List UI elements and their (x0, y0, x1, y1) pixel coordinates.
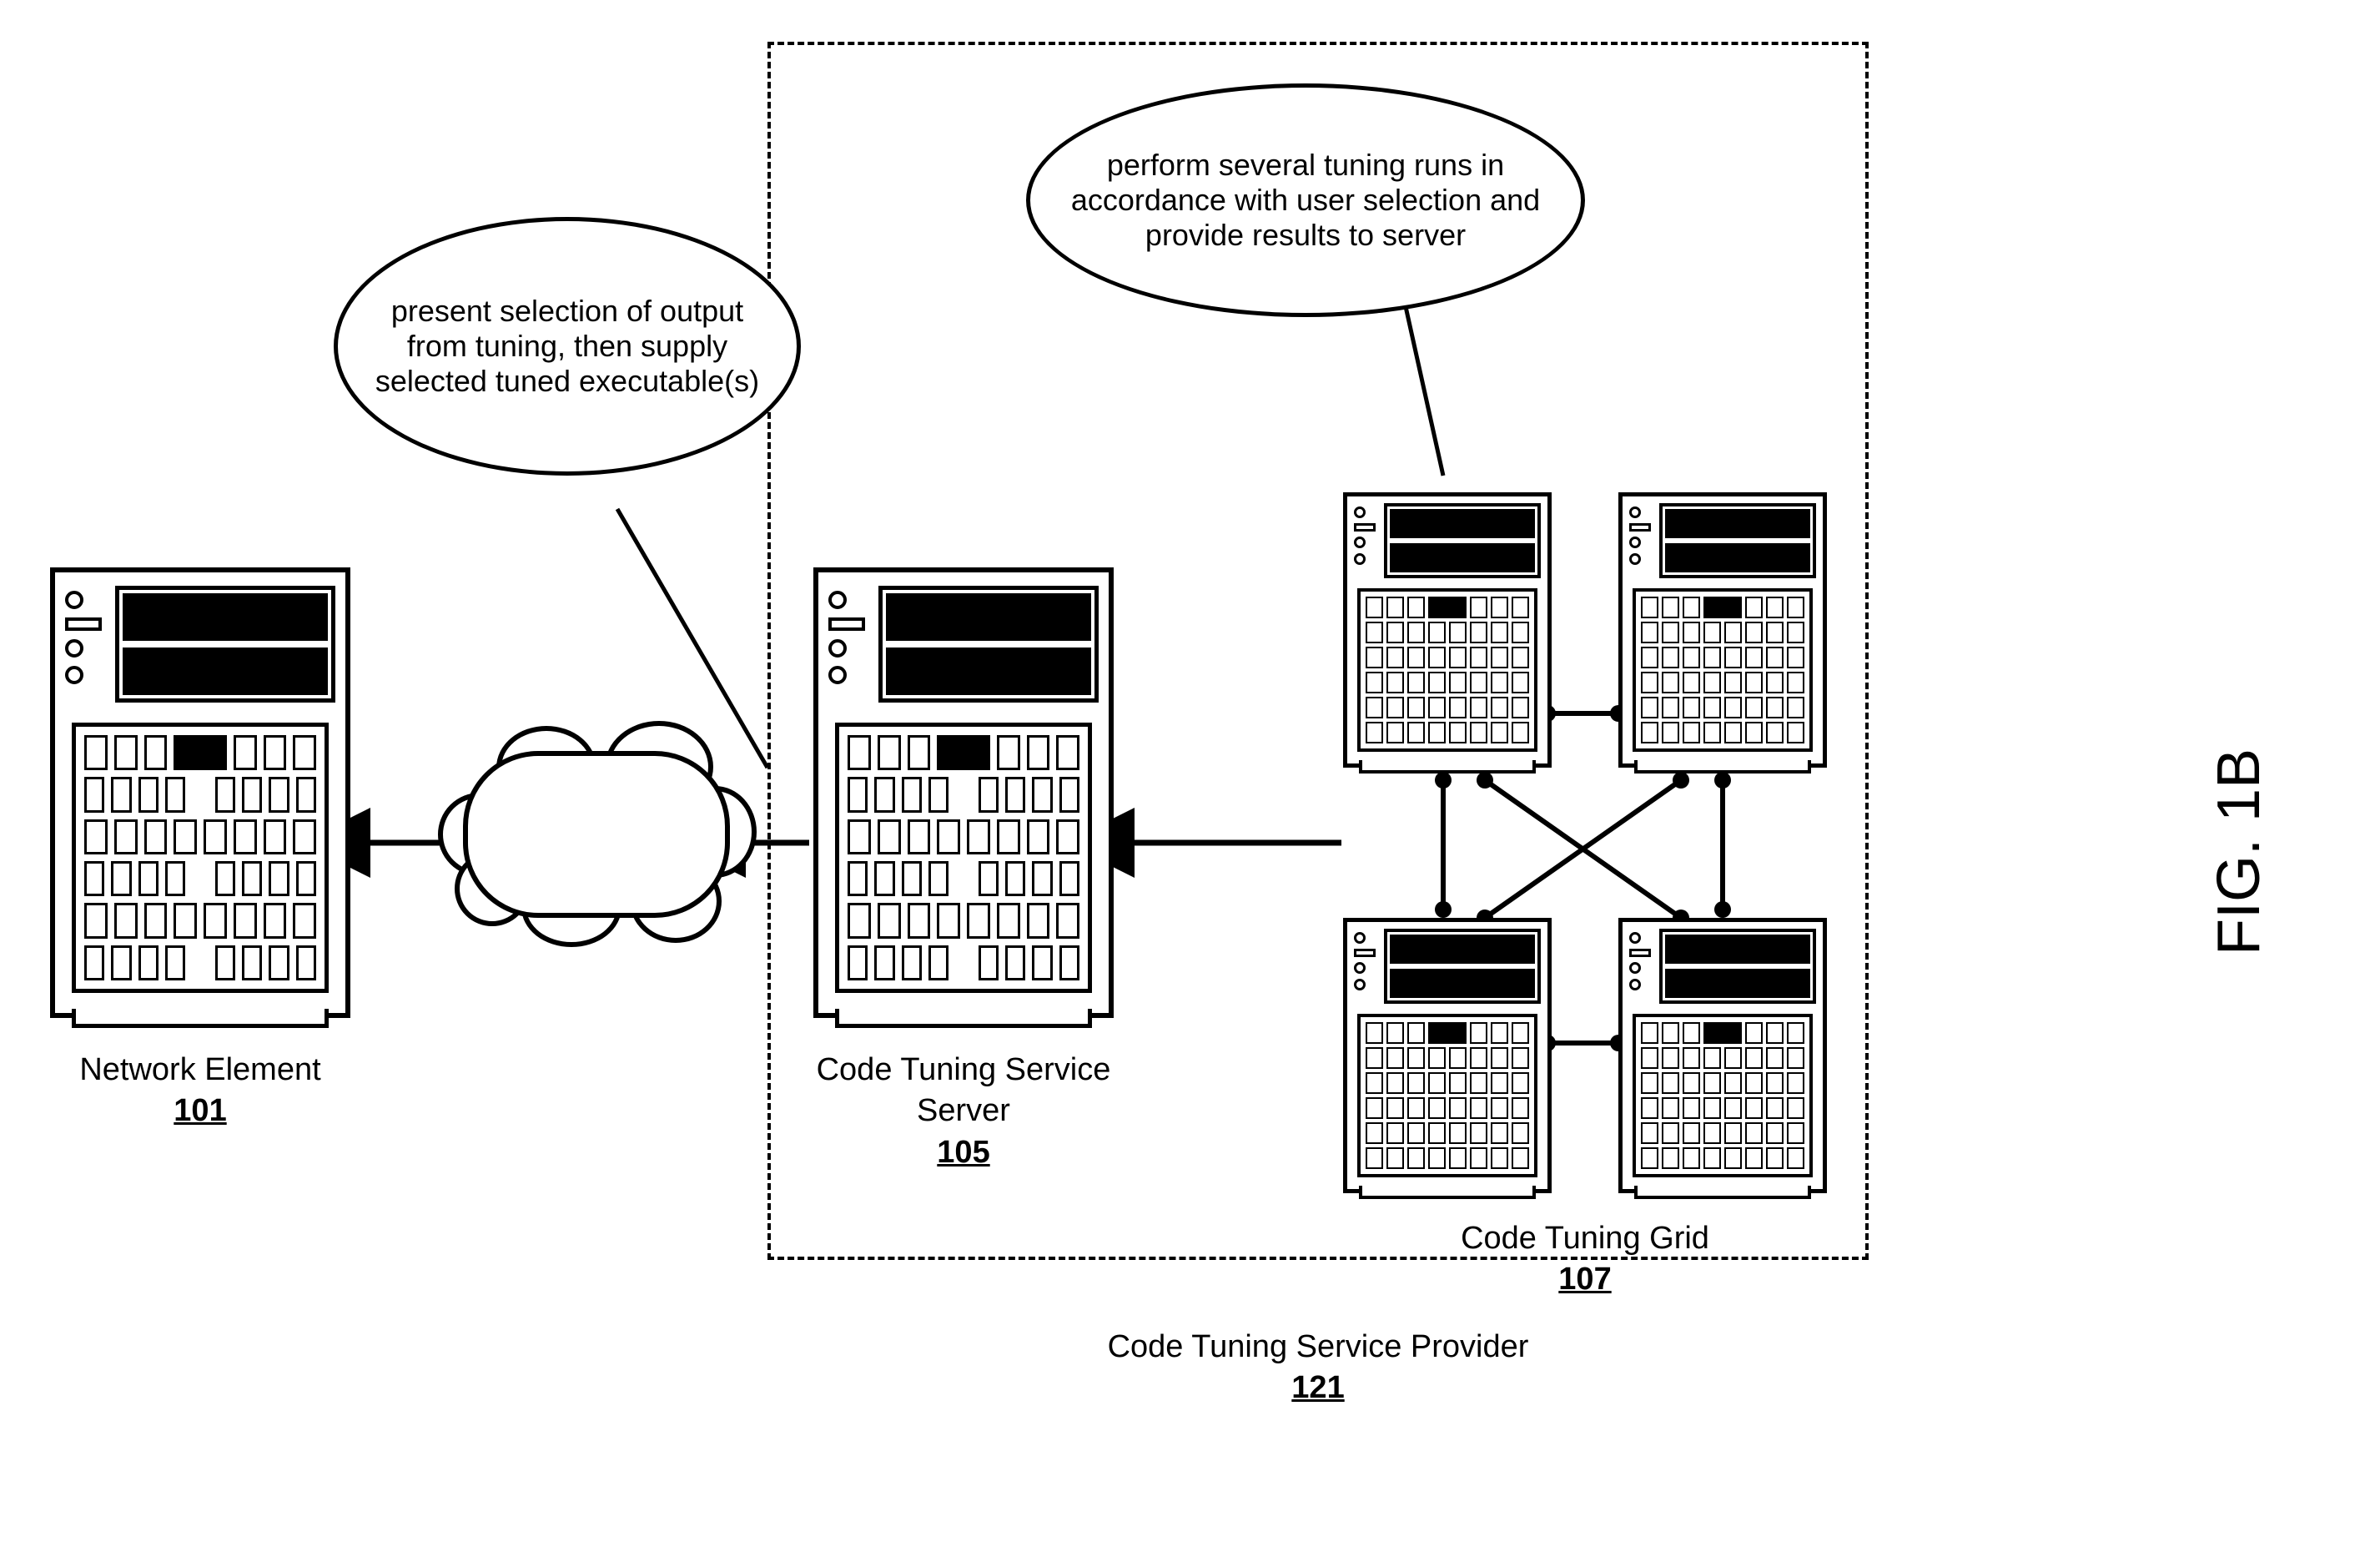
provider-label-text: Code Tuning Service Provider (1108, 1329, 1529, 1364)
grid-node-top-left (1343, 492, 1552, 768)
server-speech-bubble: present selection of output from tuning,… (334, 217, 801, 476)
grid-bubble-text: perform several tuning runs in accordanc… (1064, 148, 1547, 253)
network-element-number: 101 (174, 1093, 226, 1128)
provider-label: Code Tuning Service Provider 121 (1068, 1327, 1568, 1409)
grid-node-bottom-left (1343, 918, 1552, 1193)
service-server-label-text: Code Tuning Service Server (817, 1052, 1111, 1128)
figure-label: FIG. 1B (2205, 748, 2273, 955)
grid-label-text: Code Tuning Grid (1461, 1221, 1709, 1256)
diagram-canvas: present selection of output from tuning,… (0, 0, 2380, 1552)
server-bubble-text: present selection of output from tuning,… (371, 294, 763, 399)
network-element-label-text: Network Element (79, 1052, 320, 1087)
code-tuning-server (813, 567, 1114, 1018)
provider-number: 121 (1291, 1370, 1344, 1405)
network-element-server (50, 567, 350, 1018)
network-element-label: Network Element 101 (50, 1050, 350, 1132)
grid-number: 107 (1558, 1262, 1611, 1297)
service-server-number: 105 (937, 1135, 989, 1170)
network-cloud: Network Cloud 103 Network Cloud 103 (463, 751, 730, 918)
service-server-label: Code Tuning Service Server 105 (797, 1050, 1130, 1173)
grid-speech-bubble: perform several tuning runs in accordanc… (1026, 83, 1585, 317)
grid-label: Code Tuning Grid 107 (1418, 1218, 1752, 1301)
grid-node-top-right (1618, 492, 1827, 768)
grid-node-bottom-right (1618, 918, 1827, 1193)
